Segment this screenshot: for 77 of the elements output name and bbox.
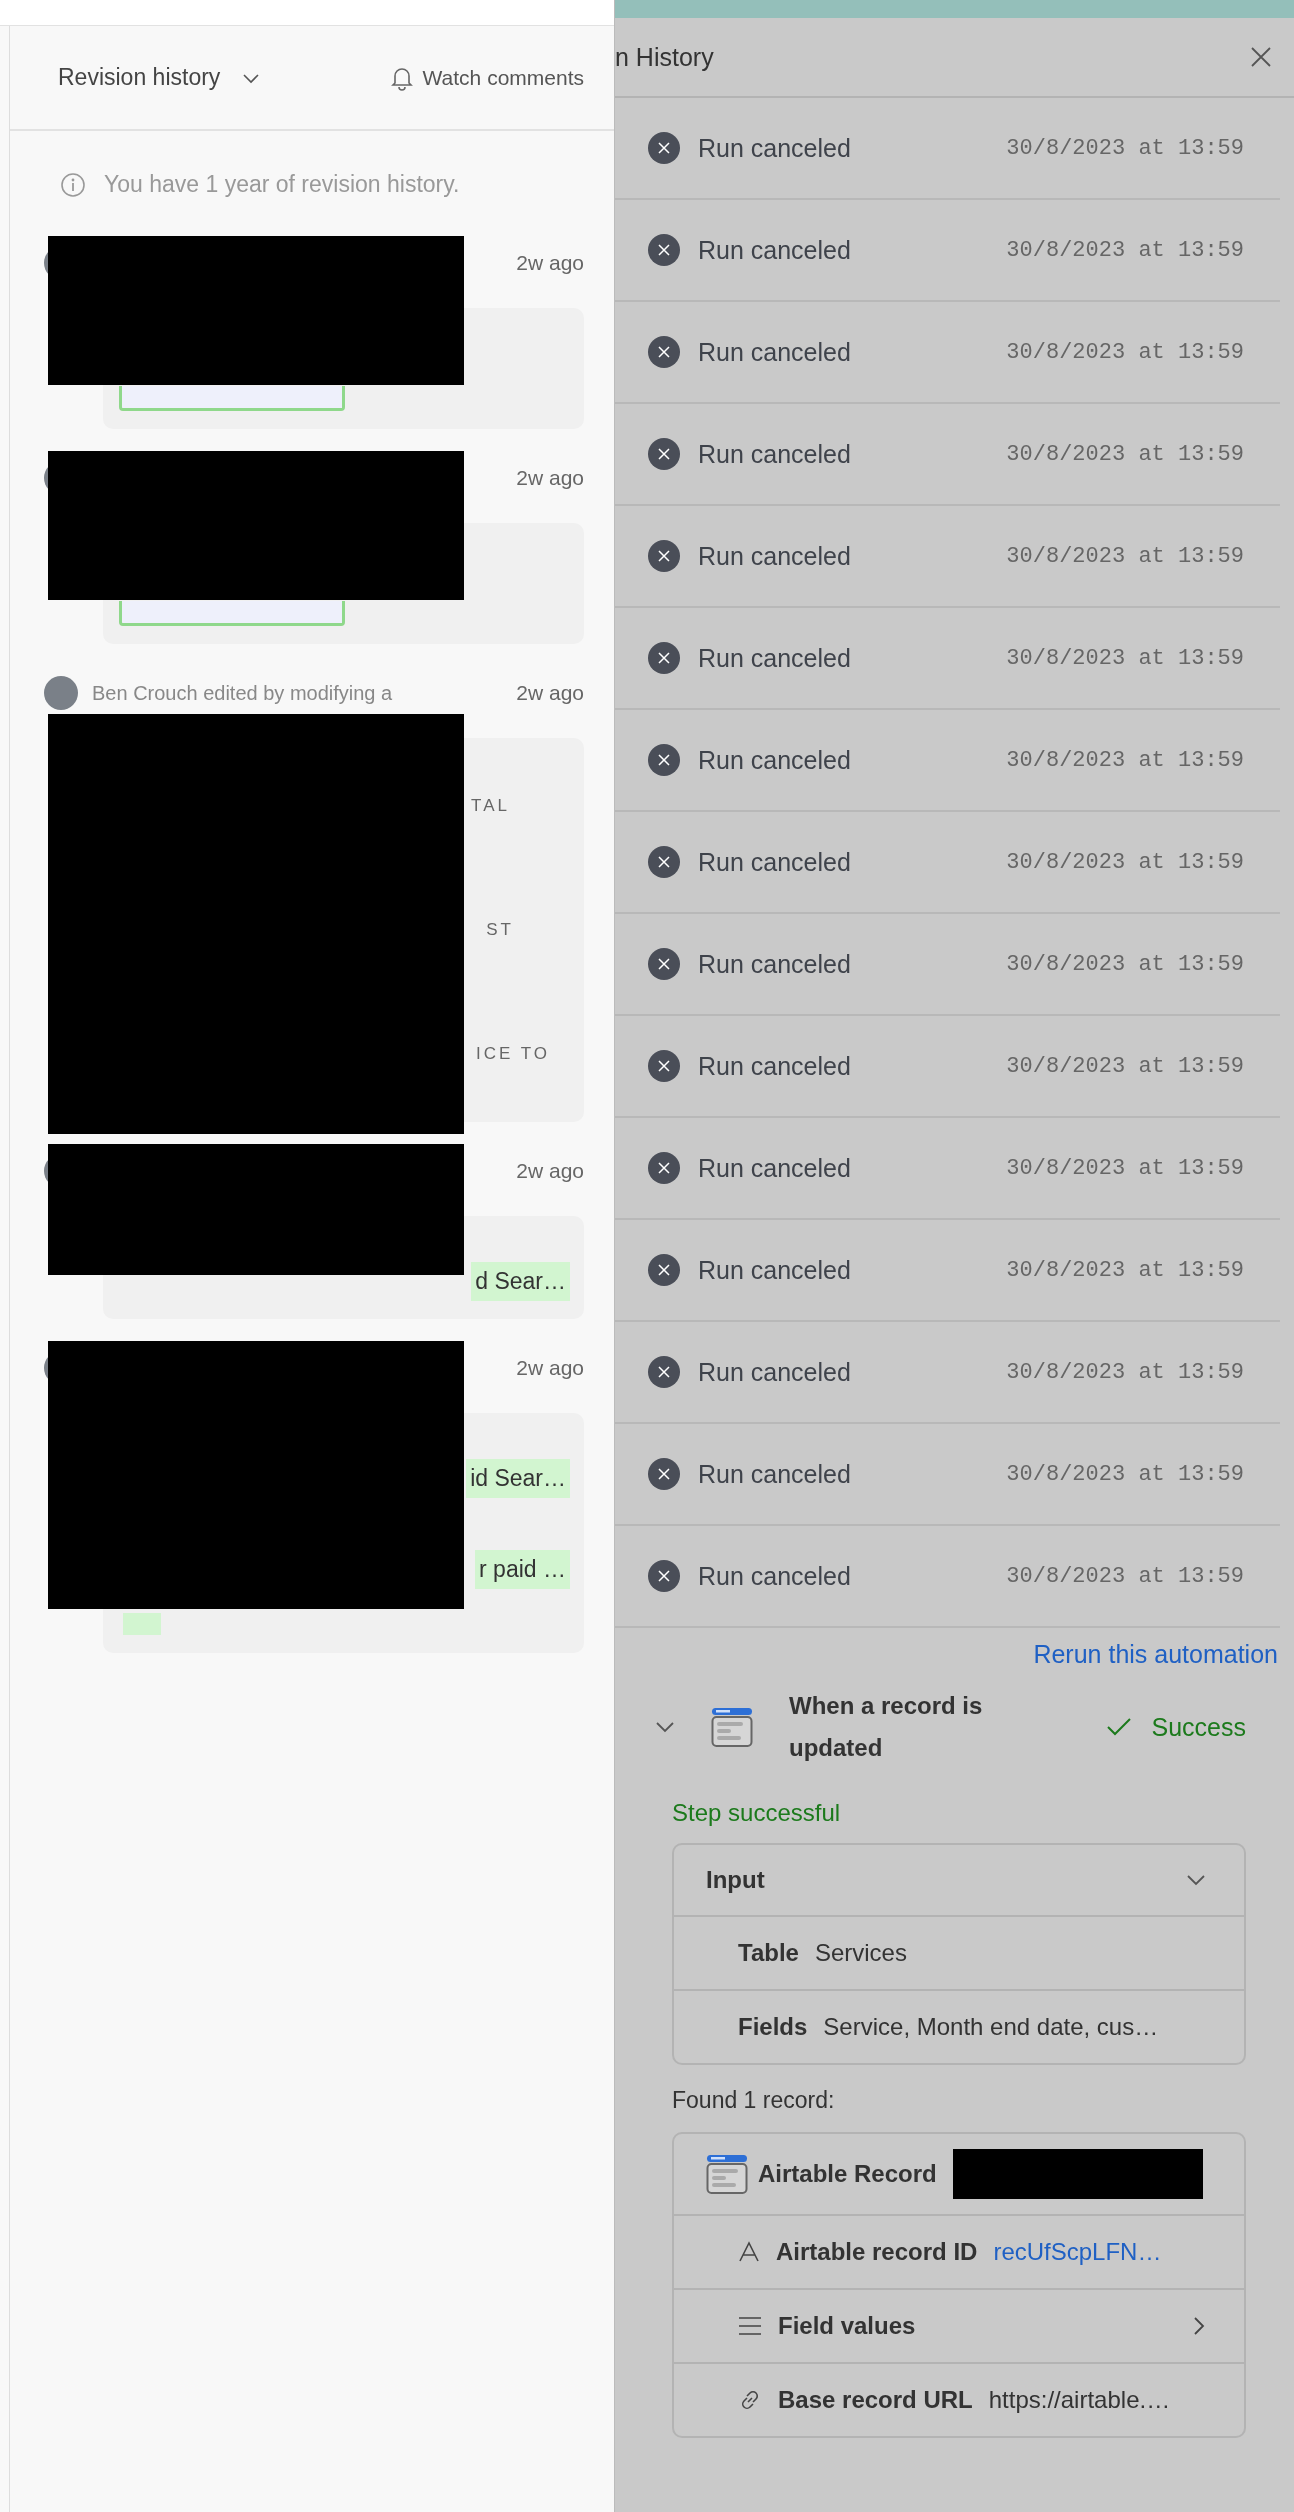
- step-status: Success: [1151, 1712, 1246, 1742]
- run-row[interactable]: Run canceled 30/8/2023 at 13:59: [615, 1424, 1280, 1526]
- input-title: Input: [706, 1866, 765, 1894]
- revision-notice: You have 1 year of revision history.: [104, 171, 460, 198]
- run-status: Run canceled: [698, 1561, 851, 1591]
- input-label: Fields: [738, 2013, 808, 2041]
- input-label: Table: [738, 1939, 799, 1967]
- run-time: 30/8/2023 at 13:59: [1006, 1155, 1244, 1181]
- run-status: Run canceled: [698, 133, 851, 163]
- step-title: When a record is updated: [789, 1691, 984, 1763]
- revision-summary: Ben Crouch edited by modifying a: [92, 681, 393, 705]
- run-time: 30/8/2023 at 13:59: [1006, 1563, 1244, 1589]
- run-time: 30/8/2023 at 13:59: [1006, 1257, 1244, 1283]
- run-status: Run canceled: [698, 847, 851, 877]
- revision-time: 2w ago: [516, 1356, 584, 1380]
- run-status: Run canceled: [698, 949, 851, 979]
- input-value: Services: [814, 1939, 907, 1967]
- panel-title: n History: [615, 42, 714, 72]
- run-row[interactable]: Run canceled 30/8/2023 at 13:59: [615, 812, 1280, 914]
- run-status: Run canceled: [698, 643, 851, 673]
- run-status: Run canceled: [698, 1255, 851, 1285]
- revision-history-dropdown[interactable]: Revision history: [58, 64, 261, 91]
- run-row[interactable]: Run canceled 30/8/2023 at 13:59: [615, 506, 1280, 608]
- run-status: Run canceled: [698, 745, 851, 775]
- revision-time: 2w ago: [516, 466, 584, 490]
- field-label: ST: [486, 920, 514, 940]
- run-status: Run canceled: [698, 1051, 851, 1081]
- run-time: 30/8/2023 at 13:59: [1006, 543, 1244, 569]
- record-field-value: https://airtable.…: [988, 2386, 1171, 2414]
- found-count: Found 1 record:: [672, 2087, 836, 2114]
- run-row[interactable]: Run canceled 30/8/2023 at 13:59: [615, 1220, 1280, 1322]
- run-time: 30/8/2023 at 13:59: [1006, 1461, 1244, 1487]
- revision-time: 2w ago: [516, 681, 584, 705]
- run-status: Run canceled: [698, 1357, 851, 1387]
- run-time: 30/8/2023 at 13:59: [1006, 849, 1244, 875]
- run-row[interactable]: Run canceled 30/8/2023 at 13:59: [615, 404, 1280, 506]
- run-status: Run canceled: [698, 235, 851, 265]
- run-row[interactable]: Run canceled 30/8/2023 at 13:59: [615, 1118, 1280, 1220]
- run-status: Run canceled: [698, 1153, 851, 1183]
- run-row[interactable]: Run canceled 30/8/2023 at 13:59: [615, 1322, 1280, 1424]
- run-time: 30/8/2023 at 13:59: [1006, 1359, 1244, 1385]
- run-row[interactable]: Run canceled 30/8/2023 at 13:59: [615, 302, 1280, 404]
- run-status: Run canceled: [698, 337, 851, 367]
- added-value: r paid …: [475, 1550, 570, 1589]
- record-field-value: recUfScpLFN…: [993, 2238, 1162, 2266]
- run-row[interactable]: Run canceled 30/8/2023 at 13:59: [615, 710, 1280, 812]
- input-value: Service, Month end date, cus…: [823, 2013, 1159, 2041]
- revision-time: 2w ago: [516, 1159, 584, 1183]
- record-field-label: Base record URL: [778, 2386, 973, 2414]
- run-time: 30/8/2023 at 13:59: [1006, 747, 1244, 773]
- added-value: id Sear…: [466, 1459, 570, 1498]
- added-value: d Sear…: [471, 1262, 570, 1301]
- run-time: 30/8/2023 at 13:59: [1006, 339, 1244, 365]
- run-row[interactable]: Run canceled 30/8/2023 at 13:59: [615, 1526, 1280, 1628]
- run-row[interactable]: Run canceled 30/8/2023 at 13:59: [615, 1016, 1280, 1118]
- run-time: 30/8/2023 at 13:59: [1006, 1053, 1244, 1079]
- run-status: Run canceled: [698, 1459, 851, 1489]
- run-time: 30/8/2023 at 13:59: [1006, 237, 1244, 263]
- revision-time: 2w ago: [516, 251, 584, 275]
- run-status: Run canceled: [698, 541, 851, 571]
- record-field-label: Airtable record ID: [776, 2238, 978, 2266]
- run-row[interactable]: Run canceled 30/8/2023 at 13:59: [615, 200, 1280, 302]
- run-time: 30/8/2023 at 13:59: [1006, 441, 1244, 467]
- run-time: 30/8/2023 at 13:59: [1006, 645, 1244, 671]
- run-status: Run canceled: [698, 439, 851, 469]
- field-label: ICE TO: [475, 1044, 550, 1064]
- rerun-link[interactable]: Rerun this automation: [1033, 1640, 1278, 1669]
- run-row[interactable]: Run canceled 30/8/2023 at 13:59: [615, 98, 1280, 200]
- watch-comments-button[interactable]: Watch comments: [390, 64, 584, 91]
- run-time: 30/8/2023 at 13:59: [1006, 135, 1244, 161]
- step-result: Step successful: [672, 1799, 842, 1827]
- record-field-label: Field values: [778, 2312, 916, 2340]
- record-title: Airtable Record: [758, 2160, 937, 2188]
- run-time: 30/8/2023 at 13:59: [1006, 951, 1244, 977]
- field-label: TAL: [471, 796, 510, 816]
- run-row[interactable]: Run canceled 30/8/2023 at 13:59: [615, 914, 1280, 1016]
- run-row[interactable]: Run canceled 30/8/2023 at 13:59: [615, 608, 1280, 710]
